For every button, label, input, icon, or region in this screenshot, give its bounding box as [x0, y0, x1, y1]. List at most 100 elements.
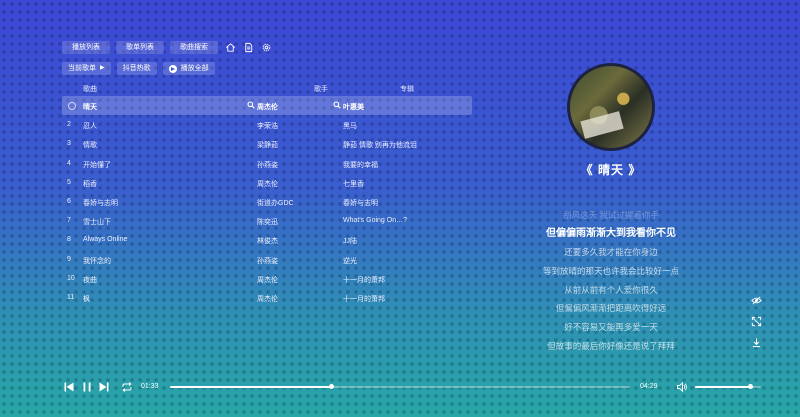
- current-label-text: 当前歌单: [68, 65, 96, 72]
- next-track-icon[interactable]: [98, 380, 110, 392]
- song-artist: 孙燕姿: [257, 161, 278, 169]
- search-icon[interactable]: [333, 101, 341, 109]
- song-album: 七里香: [343, 180, 364, 188]
- current-time: 01:33: [141, 383, 159, 390]
- table-row[interactable]: 晴天 周杰伦 叶惠美: [62, 96, 472, 116]
- table-row[interactable]: 9 我怀念的 孙燕姿 逆光: [62, 250, 472, 269]
- album-cover: [567, 63, 655, 151]
- tab-playlist[interactable]: 播放列表: [62, 41, 110, 54]
- row-number: 4: [67, 159, 71, 167]
- table-row[interactable]: 3 情歌 梁静茹 静茹 情歌 别再为他流泪: [62, 134, 472, 153]
- song-title: 晴天: [83, 104, 97, 111]
- header-album: 专辑: [400, 86, 414, 93]
- song-album: 春娇与志明: [343, 199, 378, 207]
- row-number: 8: [67, 236, 71, 244]
- expand-icon[interactable]: [751, 314, 762, 327]
- header-title: 歌曲: [83, 86, 97, 93]
- song-artist[interactable]: 周杰伦: [257, 102, 278, 112]
- player-bar: 01:33 04:29: [0, 375, 800, 397]
- lyric-line: 从前从前有个人爱你很久: [564, 284, 658, 295]
- download-icon[interactable]: [751, 335, 762, 348]
- song-artist: 周杰伦: [257, 180, 278, 188]
- progress-handle[interactable]: [328, 384, 334, 389]
- search-icon[interactable]: [247, 101, 255, 109]
- song-table: 晴天 周杰伦 叶惠美 2 忍人 李荣浩 黑马 3 情歌 梁静茹 静茹 情歌 别再…: [62, 96, 472, 307]
- song-album: 十一月的萧邦: [343, 276, 385, 284]
- table-row[interactable]: 5 稻香 周杰伦 七里香: [62, 173, 472, 192]
- song-title: 枫: [83, 295, 90, 303]
- repeat-icon[interactable]: [121, 380, 133, 392]
- chevron-right-icon: ▶: [100, 65, 105, 71]
- table-row[interactable]: 7 雪士山下 陈奕迅 What's Going On…?: [62, 211, 472, 230]
- progress-fill: [170, 386, 331, 388]
- playing-indicator-icon: [68, 102, 76, 110]
- song-table-header: 歌曲 歌手 专辑: [62, 83, 472, 95]
- song-album: 我要的幸福: [343, 161, 378, 169]
- now-playing-title: 《 晴天 》: [580, 163, 642, 177]
- song-album: JJ陆: [343, 238, 357, 246]
- breadcrumb: 当前歌单 ▶ 抖音热歌 播放全部: [62, 62, 215, 75]
- table-row[interactable]: 10 夜曲 周杰伦 十一月的萧邦: [62, 269, 472, 288]
- song-title: 我怀念的: [83, 257, 111, 265]
- gear-icon[interactable]: [260, 42, 272, 54]
- progress-bar[interactable]: [170, 384, 630, 389]
- tab-songlists[interactable]: 歌单列表: [116, 41, 164, 54]
- row-number: 2: [67, 121, 71, 129]
- volume-fill: [695, 386, 751, 388]
- row-number: 3: [67, 140, 71, 148]
- top-nav: 播放列表 歌单列表 歌曲搜索: [62, 41, 272, 54]
- song-artist: 陈奕迅: [257, 219, 278, 227]
- lyric-line: 但故事的最后你好像还是说了拜拜: [547, 340, 675, 350]
- song-artist: 林俊杰: [257, 238, 278, 246]
- side-toolbar: [751, 293, 762, 348]
- song-album: 逆光: [343, 257, 357, 265]
- table-row[interactable]: 8 Always Online 林俊杰 JJ陆: [62, 230, 472, 249]
- lyric-line: 但偏偏风渐渐把距离吹得好远: [555, 303, 667, 314]
- volume-slider[interactable]: [695, 384, 761, 389]
- eye-icon[interactable]: [751, 293, 762, 305]
- row-number: 6: [67, 197, 71, 205]
- tab-search[interactable]: 歌曲搜索: [170, 41, 218, 54]
- table-row[interactable]: 4 开始懂了 孙燕姿 我要的幸福: [62, 154, 472, 173]
- lyric-line: 好不容易又能再多爱一天: [564, 322, 658, 333]
- lyric-line: 等到放晴的那天也许我会比较好一点: [542, 266, 679, 277]
- current-playlist-label: 当前歌单 ▶: [62, 62, 111, 75]
- playlist-name-text: 抖音热歌: [122, 65, 151, 72]
- row-number: 5: [67, 178, 71, 186]
- song-title: Always Online: [83, 236, 128, 244]
- row-number: 11: [67, 293, 75, 301]
- row-number: 9: [67, 255, 71, 263]
- lyric-line-current: 但偏偏雨渐渐大到我看你不见: [546, 227, 676, 239]
- play-all-button[interactable]: 播放全部: [162, 62, 215, 75]
- lyrics-panel[interactable]: 刮风这天 我试过握着你手 但偏偏雨渐渐大到我看你不见 还要多久我才能在你身边 等…: [511, 206, 711, 350]
- song-album: 十一月的萧邦: [343, 295, 385, 303]
- song-title: 雪士山下: [83, 219, 111, 227]
- song-title: 情歌: [83, 142, 97, 150]
- song-artist: 周杰伦: [257, 276, 278, 284]
- volume-handle[interactable]: [747, 384, 753, 389]
- play-all-label: 播放全部: [180, 65, 209, 72]
- table-row[interactable]: 2 忍人 李荣浩 黑马: [62, 115, 472, 134]
- play-circle-icon: [168, 64, 177, 73]
- song-title: 春娇与志明: [83, 199, 118, 207]
- song-title: 忍人: [83, 123, 97, 131]
- header-artist: 歌手: [314, 86, 328, 93]
- pause-icon[interactable]: [81, 380, 93, 392]
- volume-icon[interactable]: [676, 380, 688, 393]
- song-artist: 街道办GDC: [257, 199, 294, 207]
- previous-track-icon[interactable]: [63, 380, 75, 392]
- total-time: 04:29: [640, 383, 658, 390]
- song-artist: 孙燕姿: [257, 257, 278, 265]
- lyric-line: 还要多久我才能在你身边: [564, 247, 658, 258]
- home-icon[interactable]: [224, 42, 236, 54]
- song-album: What's Going On…?: [343, 217, 407, 225]
- song-album[interactable]: 叶惠美: [343, 102, 364, 112]
- document-icon[interactable]: [242, 42, 254, 54]
- playlist-name[interactable]: 抖音热歌: [116, 62, 157, 75]
- row-number: 7: [67, 217, 71, 225]
- table-row[interactable]: 11 枫 周杰伦 十一月的萧邦: [62, 288, 472, 307]
- song-title: 稻香: [83, 180, 97, 188]
- lyric-line: 刮风这天 我试过握着你手: [563, 210, 659, 220]
- table-row[interactable]: 6 春娇与志明 街道办GDC 春娇与志明: [62, 192, 472, 211]
- song-artist: 周杰伦: [257, 295, 278, 303]
